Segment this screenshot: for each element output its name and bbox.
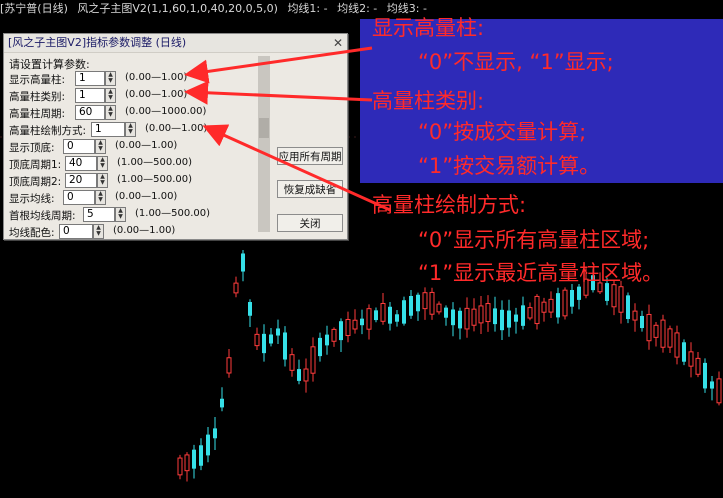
arrow-show-volume [184, 46, 373, 84]
arrow-draw-mode [202, 124, 391, 212]
arrow-volume-type [184, 80, 373, 105]
arrows-layer [184, 46, 391, 212]
